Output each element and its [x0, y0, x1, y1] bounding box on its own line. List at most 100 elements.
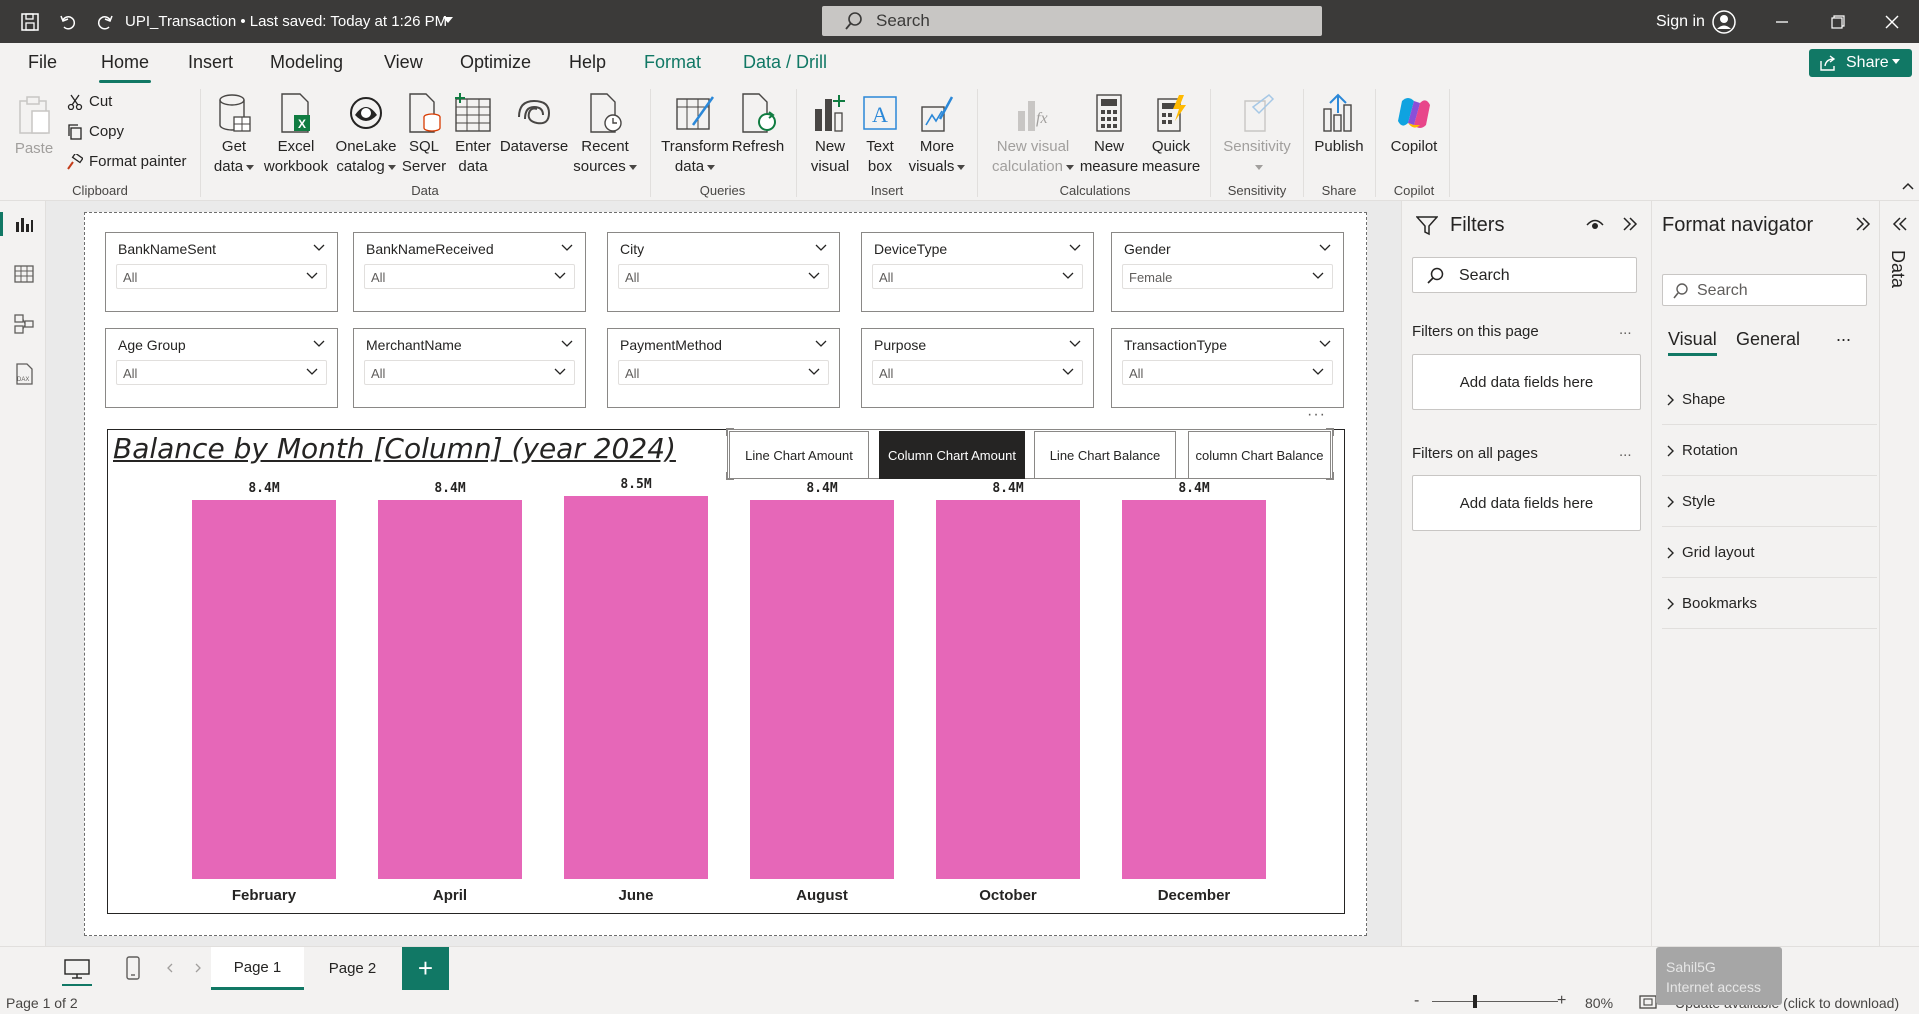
quick-measure-button[interactable]: Quick measure — [1140, 93, 1202, 177]
line-chart-amount-button[interactable]: Line Chart Amount — [729, 431, 869, 479]
tab-view[interactable]: View — [384, 52, 423, 73]
chevron-down-icon[interactable] — [313, 244, 325, 252]
balance-column-chart[interactable]: Balance by Month [Column] (year 2024) 8.… — [107, 429, 1345, 914]
slicer-bank-name-received[interactable]: BankNameReceived All — [353, 232, 586, 312]
tab-help[interactable]: Help — [569, 52, 606, 73]
sql-server-button[interactable]: SQL Server — [401, 93, 447, 177]
chart-bar[interactable] — [378, 500, 522, 879]
close-icon[interactable] — [1880, 10, 1904, 34]
zoom-slider-track[interactable] — [1432, 1001, 1558, 1002]
line-chart-balance-button[interactable]: Line Chart Balance — [1034, 431, 1176, 479]
save-icon[interactable] — [19, 11, 41, 33]
slicer-dropdown[interactable]: All — [618, 360, 829, 385]
expand-data-pane-icon[interactable] — [1892, 217, 1908, 231]
dax-query-view-icon[interactable]: DAX — [12, 362, 36, 386]
chart-bar[interactable] — [192, 500, 336, 879]
slicer-dropdown[interactable]: All — [872, 264, 1083, 289]
previous-page-icon[interactable] — [166, 963, 174, 973]
slicer-dropdown[interactable]: All — [618, 264, 829, 289]
onelake-catalog-button[interactable]: OneLake catalog — [333, 93, 399, 177]
user-avatar-icon[interactable] — [1712, 10, 1736, 34]
chevron-down-icon[interactable] — [561, 244, 573, 252]
slicer-dropdown[interactable]: All — [1122, 360, 1333, 385]
page-tab-2[interactable]: Page 2 — [304, 947, 401, 990]
undo-icon[interactable] — [57, 11, 79, 33]
collapse-format-navigator-icon[interactable] — [1855, 217, 1871, 231]
enter-data-button[interactable]: Enter data — [450, 93, 496, 177]
format-navigator-more-icon[interactable]: ... — [1836, 325, 1851, 346]
cut-button[interactable]: Cut — [67, 93, 112, 110]
collapse-filters-icon[interactable] — [1622, 217, 1638, 231]
new-visual-button[interactable]: New visual — [806, 93, 854, 177]
zoom-slider-thumb[interactable] — [1473, 995, 1477, 1008]
format-section-grid-layout[interactable]: Grid layout — [1662, 528, 1877, 578]
tab-format[interactable]: Format — [644, 52, 701, 73]
slicer-dropdown[interactable]: All — [364, 264, 575, 289]
tab-insert[interactable]: Insert — [188, 52, 233, 73]
chevron-down-icon[interactable] — [1319, 244, 1331, 252]
collapse-ribbon-icon[interactable] — [1902, 182, 1914, 190]
slicer-dropdown[interactable]: All — [116, 264, 327, 289]
slicer-transaction-type[interactable]: TransactionType All — [1111, 328, 1344, 408]
chart-bar[interactable] — [750, 500, 894, 879]
chart-bar[interactable] — [1122, 500, 1266, 879]
add-page-button[interactable]: + — [402, 947, 449, 990]
format-section-rotation[interactable]: Rotation — [1662, 426, 1877, 476]
slicer-device-type[interactable]: DeviceType All — [861, 232, 1094, 312]
minimize-icon[interactable] — [1770, 10, 1794, 34]
publish-button[interactable]: Publish — [1311, 93, 1367, 157]
sensitivity-button[interactable]: Sensitivity — [1220, 93, 1294, 177]
slicer-purpose[interactable]: Purpose All — [861, 328, 1094, 408]
chevron-down-icon[interactable] — [1319, 340, 1331, 348]
table-view-icon[interactable] — [12, 262, 36, 286]
global-search-box[interactable]: Search — [822, 6, 1322, 36]
slicer-bank-name-sent[interactable]: BankNameSent All — [105, 232, 338, 312]
format-section-style[interactable]: Style — [1662, 477, 1877, 527]
filters-on-all-more-icon[interactable]: ... — [1619, 443, 1632, 460]
copy-button[interactable]: Copy — [67, 123, 124, 140]
title-dropdown-caret-icon[interactable] — [443, 17, 453, 23]
more-visuals-button[interactable]: More visuals — [907, 93, 967, 177]
zoom-out-button[interactable]: - — [1414, 992, 1419, 1010]
desktop-layout-icon[interactable] — [64, 959, 90, 979]
tab-visual[interactable]: Visual — [1668, 329, 1717, 356]
chevron-down-icon[interactable] — [1069, 244, 1081, 252]
filters-on-page-dropzone[interactable]: Add data fields here — [1412, 354, 1641, 410]
chevron-down-icon[interactable] — [1069, 340, 1081, 348]
file-title[interactable]: UPI_Transaction • Last saved: Today at 1… — [125, 13, 447, 30]
format-painter-button[interactable]: Format painter — [67, 153, 187, 170]
tab-home[interactable]: Home — [98, 52, 152, 83]
share-button[interactable]: Share — [1809, 49, 1912, 77]
zoom-level[interactable]: 80% — [1585, 995, 1613, 1011]
transform-data-button[interactable]: Transform data — [659, 93, 731, 177]
slicer-city[interactable]: City All — [607, 232, 840, 312]
chart-bar[interactable] — [936, 500, 1080, 879]
data-pane-label[interactable]: Data — [1887, 250, 1908, 288]
tab-modeling[interactable]: Modeling — [270, 52, 343, 73]
paste-button[interactable]: Paste — [12, 95, 56, 159]
refresh-button[interactable]: Refresh — [731, 93, 785, 157]
slicer-dropdown[interactable]: All — [872, 360, 1083, 385]
filters-search-input[interactable]: Search — [1412, 257, 1637, 293]
report-view-icon[interactable] — [12, 212, 36, 236]
model-view-icon[interactable] — [12, 312, 36, 336]
text-box-button[interactable]: A Text box — [857, 93, 903, 177]
column-chart-balance-button[interactable]: column Chart Balance — [1188, 431, 1331, 479]
slicer-dropdown[interactable]: All — [116, 360, 327, 385]
format-section-shape[interactable]: Shape — [1662, 375, 1877, 425]
chart-bar[interactable] — [564, 496, 708, 879]
sign-in-link[interactable]: Sign in — [1656, 13, 1705, 31]
format-navigator-search-input[interactable]: Search — [1662, 274, 1867, 306]
slicer-payment-method[interactable]: PaymentMethod All — [607, 328, 840, 408]
chevron-down-icon[interactable] — [815, 340, 827, 348]
column-chart-amount-button[interactable]: Column Chart Amount — [879, 431, 1025, 479]
chevron-down-icon[interactable] — [561, 340, 573, 348]
data-pane-collapsed[interactable] — [1879, 201, 1919, 946]
filters-on-all-dropzone[interactable]: Add data fields here — [1412, 475, 1641, 531]
page-tab-1[interactable]: Page 1 — [211, 947, 304, 990]
new-measure-button[interactable]: New measure — [1079, 93, 1139, 177]
slicer-merchant-name[interactable]: MerchantName All — [353, 328, 586, 408]
filters-on-page-more-icon[interactable]: ... — [1619, 321, 1632, 338]
redo-icon[interactable] — [94, 11, 116, 33]
mobile-layout-icon[interactable] — [126, 956, 140, 980]
